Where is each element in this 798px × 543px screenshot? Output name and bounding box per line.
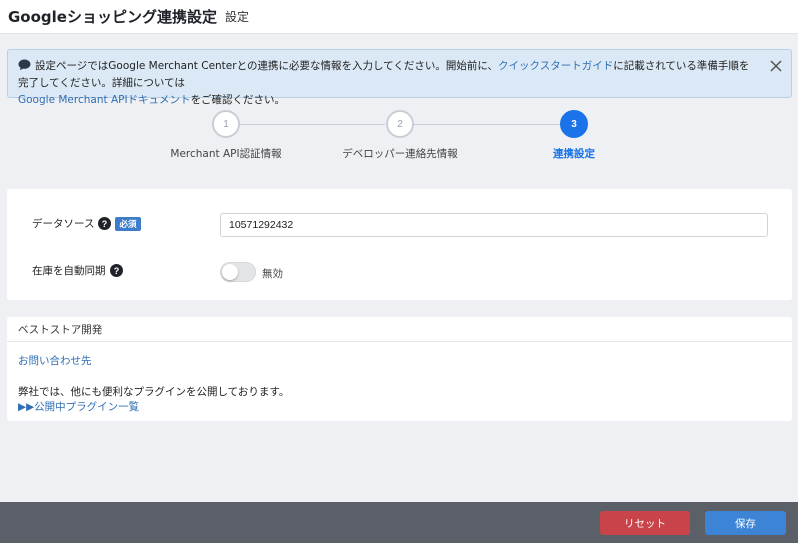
settings-card: データソース ? 必須 10571292432 在庫を自動同期 ? 無効	[7, 189, 792, 300]
plugin-list-link[interactable]: ▶▶公開中プラグイン一覧	[18, 399, 139, 414]
inventory-sync-toggle[interactable]	[220, 262, 256, 282]
page-title: Googleショッピング連携設定	[8, 8, 217, 26]
page-header: Googleショッピング連携設定 設定	[0, 0, 798, 34]
step-2-label: デベロッパー連絡先情報	[342, 148, 458, 160]
svg-text:?: ?	[102, 219, 108, 229]
required-badge: 必須	[115, 216, 141, 231]
svg-text:?: ?	[113, 266, 119, 276]
stepper: 1 2 3 Merchant API認証情報 デベロッパー連絡先情報 連携設定	[0, 108, 798, 168]
step-2-circle[interactable]: 2	[386, 110, 414, 138]
quickstart-guide-link[interactable]: クイックスタートガイド	[498, 60, 613, 72]
notice-text-3: をご確認ください。	[190, 94, 286, 106]
step-connector-2	[414, 124, 560, 125]
step-1-label: Merchant API認証情報	[170, 148, 282, 160]
reset-button[interactable]: リセット	[600, 511, 690, 535]
help-icon[interactable]: ?	[98, 217, 112, 230]
inventory-sync-label: 在庫を自動同期	[32, 265, 106, 277]
contact-link[interactable]: お問い合わせ先	[18, 353, 92, 368]
merchant-api-docs-link[interactable]: Google Merchant APIドキュメント	[18, 94, 191, 106]
step-3-circle[interactable]: 3	[560, 110, 588, 138]
bestore-card: ベストストア開発 お問い合わせ先 弊社では、他にも便利なプラグインを公開しており…	[7, 317, 792, 421]
page-subtitle: 設定	[224, 10, 249, 24]
inventory-row-label: 在庫を自動同期 ?	[32, 263, 123, 278]
step-3-label: 連携設定	[553, 148, 595, 160]
save-button[interactable]: 保存	[705, 511, 786, 535]
bestore-card-title: ベストストア開発	[7, 317, 792, 342]
datasource-label: データソース	[32, 218, 95, 230]
datasource-input[interactable]: 10571292432	[220, 213, 768, 237]
plugin-description: 弊社では、他にも便利なプラグインを公開しております。	[18, 386, 290, 398]
toggle-knob	[222, 264, 238, 280]
footer-bar: リセット 保存	[0, 502, 798, 543]
help-icon[interactable]: ?	[109, 264, 123, 277]
close-icon[interactable]	[769, 59, 783, 73]
notice-text-1: 設定ページではGoogle Merchant Centerとの連携に必要な情報を…	[35, 60, 499, 72]
step-1-circle[interactable]: 1	[212, 110, 240, 138]
info-notice: 設定ページではGoogle Merchant Centerとの連携に必要な情報を…	[7, 49, 792, 106]
chat-icon	[18, 59, 31, 71]
step-connector-1	[240, 124, 385, 125]
toggle-state-label: 無効	[262, 268, 283, 280]
datasource-row-label: データソース ? 必須	[32, 216, 141, 231]
